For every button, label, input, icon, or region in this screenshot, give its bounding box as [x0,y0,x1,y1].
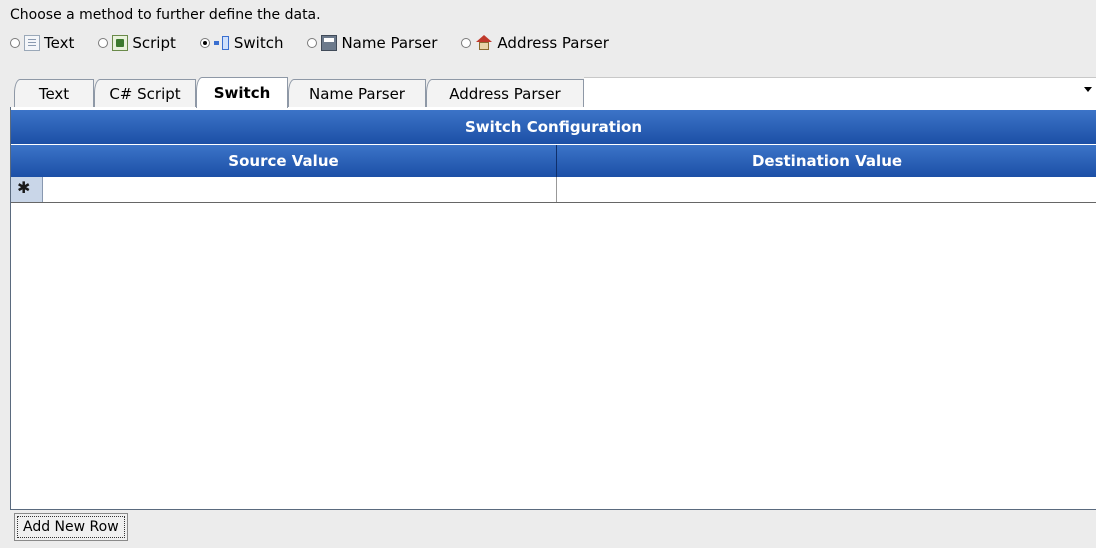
radio-name-parser[interactable] [307,38,318,48]
address-parser-icon [475,35,493,51]
method-label-address-parser: Address Parser [497,34,609,52]
method-label-script: Script [132,34,176,52]
radio-text[interactable] [10,38,20,48]
new-row-icon: ✱ [17,178,31,197]
method-option-switch[interactable]: Switch [199,34,284,52]
switch-configuration-grid: Switch Configuration Source Value Destin… [10,107,1096,510]
chevron-down-icon[interactable] [1084,87,1092,92]
add-new-row-button[interactable]: Add New Row [14,513,128,541]
method-label-switch: Switch [233,34,284,52]
tab-address-parser[interactable]: Address Parser [426,79,584,107]
new-row[interactable]: ✱ [11,177,1096,203]
source-value-cell[interactable] [43,177,557,202]
define-data-panel: Choose a method to further define the da… [0,0,1096,548]
method-option-script[interactable]: Script [98,34,176,52]
column-header-destination-value[interactable]: Destination Value [557,145,1096,177]
method-option-text[interactable]: Text [10,34,74,52]
tab-text[interactable]: Text [14,79,94,107]
radio-switch[interactable] [199,38,210,48]
text-icon [24,35,40,51]
grid-caption: Switch Configuration [11,110,1096,144]
destination-value-cell[interactable] [557,177,1096,202]
script-icon [112,35,129,51]
tab-switch[interactable]: Switch [196,77,288,108]
radio-address-parser[interactable] [461,38,472,48]
column-header-source-value[interactable]: Source Value [11,145,557,177]
method-label-name-parser: Name Parser [341,34,438,52]
tab-strip: Text C# Script Switch Name Parser Addres… [0,77,1096,108]
method-option-address-parser[interactable]: Address Parser [461,34,609,52]
switch-icon [213,35,230,51]
radio-script[interactable] [98,38,109,48]
instruction-text: Choose a method to further define the da… [10,7,321,23]
tab-strip-background [584,77,1096,107]
row-selector[interactable]: ✱ [11,177,43,202]
method-option-name-parser[interactable]: Name Parser [307,34,437,52]
method-radio-group: Text Script Switch Name Parser Address P… [10,32,633,54]
tab-csharp-script[interactable]: C# Script [94,79,196,107]
method-label-text: Text [44,34,75,52]
tab-name-parser[interactable]: Name Parser [288,79,426,107]
name-parser-icon [321,35,338,51]
